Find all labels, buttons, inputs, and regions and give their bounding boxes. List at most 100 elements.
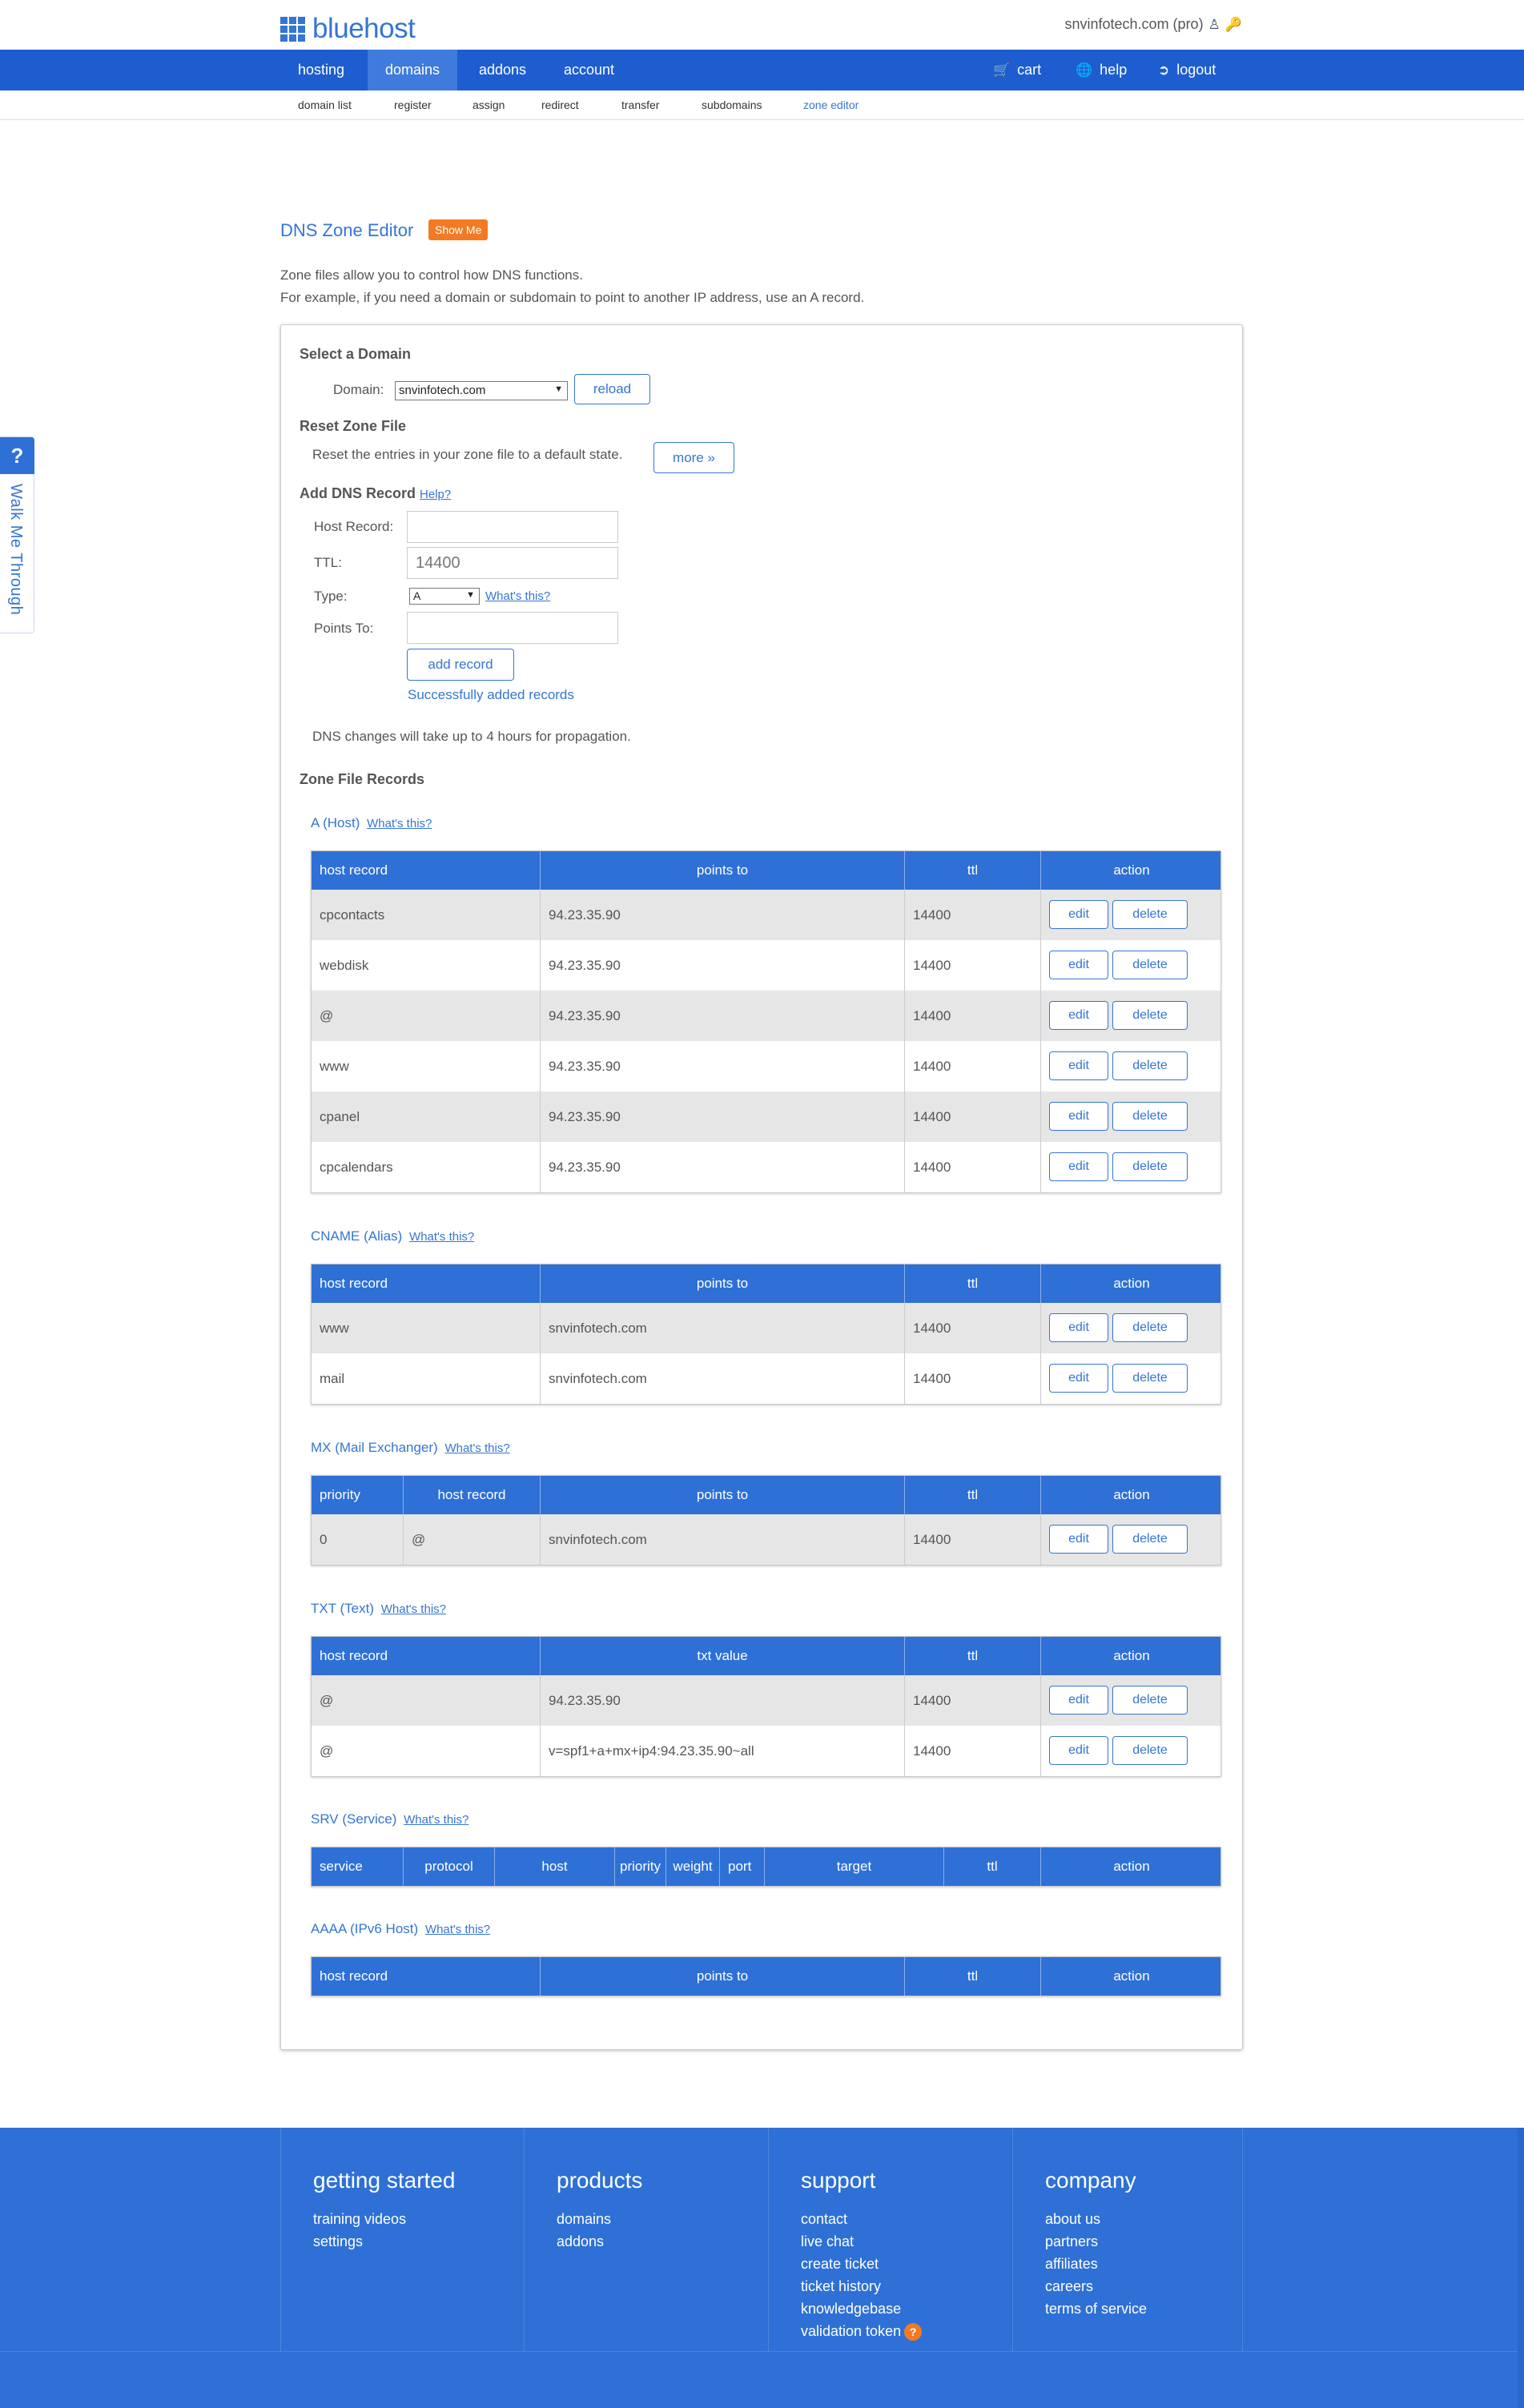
- subnav-redirect[interactable]: redirect: [541, 98, 579, 111]
- aaaa-records-label: AAAA (IPv6 Host): [311, 1921, 419, 1936]
- nav-help[interactable]: 🌐 help: [1076, 50, 1127, 90]
- delete-button[interactable]: delete: [1112, 951, 1188, 979]
- col-host-record: host record: [312, 1957, 541, 1996]
- more-button[interactable]: more »: [653, 442, 734, 473]
- srv-whats-this-link[interactable]: What's this?: [404, 1813, 468, 1827]
- col-ttl: ttl: [905, 1957, 1041, 1996]
- ttl-input[interactable]: 14400: [407, 547, 618, 579]
- type-label: Type:: [314, 589, 348, 604]
- subnav-transfer[interactable]: transfer: [621, 98, 659, 111]
- delete-button[interactable]: delete: [1112, 1736, 1188, 1765]
- help-label: help: [1100, 62, 1128, 78]
- aaaa-whats-this-link[interactable]: What's this?: [425, 1923, 490, 1936]
- footer-link[interactable]: careers: [1045, 2275, 1147, 2297]
- txt-records-table: host record txt value ttl action @ 94.23…: [311, 1636, 1221, 1777]
- table-header: host record points to ttl action: [312, 1957, 1220, 1996]
- footer-link-validation[interactable]: validation token?: [801, 2320, 923, 2342]
- footer-link[interactable]: terms of service: [1045, 2297, 1147, 2320]
- edit-button[interactable]: edit: [1049, 1525, 1108, 1554]
- delete-button[interactable]: delete: [1112, 1686, 1188, 1715]
- txt-whats-this-link[interactable]: What's this?: [381, 1602, 446, 1616]
- walk-me-through-tab[interactable]: ? Walk Me Through: [0, 436, 34, 633]
- nav-cart[interactable]: 🛒 cart: [993, 50, 1041, 90]
- edit-button[interactable]: edit: [1049, 1736, 1108, 1765]
- delete-button[interactable]: delete: [1112, 1525, 1188, 1554]
- edit-button[interactable]: edit: [1049, 951, 1108, 979]
- footer-link[interactable]: training videos: [313, 2208, 406, 2230]
- cell-ttl: 14400: [905, 940, 1041, 991]
- edit-button[interactable]: edit: [1049, 900, 1108, 929]
- delete-button[interactable]: delete: [1112, 1001, 1188, 1030]
- help-link[interactable]: Help?: [420, 488, 451, 501]
- footer-link[interactable]: settings: [313, 2230, 406, 2253]
- type-whats-this-link[interactable]: What's this?: [485, 589, 550, 603]
- nav-logout[interactable]: ➲ logout: [1158, 50, 1216, 90]
- delete-button[interactable]: delete: [1112, 1102, 1188, 1131]
- footer-link[interactable]: affiliates: [1045, 2253, 1147, 2275]
- col-weight: weight: [666, 1847, 720, 1886]
- a-whats-this-link[interactable]: What's this?: [367, 817, 432, 830]
- footer-link[interactable]: contact: [801, 2208, 922, 2230]
- propagation-note: DNS changes will take up to 4 hours for …: [312, 729, 631, 744]
- delete-button[interactable]: delete: [1112, 1313, 1188, 1342]
- footer-link[interactable]: create ticket: [801, 2253, 922, 2275]
- walk-me-through-label: Walk Me Through: [7, 484, 25, 616]
- footer-link[interactable]: addons: [557, 2230, 611, 2253]
- cname-records-title: CNAME (Alias) What's this?: [311, 1228, 474, 1244]
- cell-points-to: 94.23.35.90: [541, 890, 905, 940]
- domain-select[interactable]: snvinfotech.com ▼: [395, 381, 568, 400]
- edit-button[interactable]: edit: [1049, 1001, 1108, 1030]
- points-to-label: Points To:: [314, 621, 374, 636]
- success-message: Successfully added records: [408, 687, 574, 702]
- cell-ttl: 14400: [905, 1726, 1041, 1776]
- add-record-button[interactable]: add record: [407, 649, 514, 681]
- subnav-register[interactable]: register: [394, 98, 432, 111]
- edit-button[interactable]: edit: [1049, 1686, 1108, 1715]
- bluehost-logo[interactable]: bluehost: [280, 13, 416, 45]
- logo-grid-icon: [280, 16, 305, 42]
- footer-link[interactable]: about us: [1045, 2208, 1147, 2230]
- question-icon: ?: [0, 437, 34, 474]
- edit-button[interactable]: edit: [1049, 1102, 1108, 1131]
- subnav-subdomains[interactable]: subdomains: [702, 98, 762, 111]
- footer-link[interactable]: live chat: [801, 2230, 922, 2253]
- a-records-title: A (Host) What's this?: [311, 815, 432, 831]
- type-select[interactable]: A ▼: [409, 588, 480, 605]
- mx-whats-this-link[interactable]: What's this?: [444, 1441, 509, 1455]
- nav-account[interactable]: account: [546, 50, 632, 90]
- edit-button[interactable]: edit: [1049, 1364, 1108, 1393]
- footer-link[interactable]: knowledgebase: [801, 2297, 922, 2320]
- footer-link[interactable]: domains: [557, 2208, 611, 2230]
- cell-host: @: [312, 1675, 541, 1726]
- subnav-assign[interactable]: assign: [472, 98, 505, 111]
- host-record-input[interactable]: [407, 511, 618, 543]
- account-label[interactable]: snvinfotech.com (pro): [1065, 16, 1204, 33]
- key-icon[interactable]: 🔑: [1225, 17, 1242, 33]
- delete-button[interactable]: delete: [1112, 1364, 1188, 1393]
- subnav-domain-list[interactable]: domain list: [298, 98, 352, 111]
- reload-button[interactable]: reload: [574, 374, 650, 404]
- delete-button[interactable]: delete: [1112, 1051, 1188, 1080]
- edit-button[interactable]: edit: [1049, 1313, 1108, 1342]
- help-badge-icon[interactable]: ?: [904, 2323, 923, 2342]
- footer-link[interactable]: ticket history: [801, 2275, 922, 2297]
- edit-button[interactable]: edit: [1049, 1051, 1108, 1080]
- delete-button[interactable]: delete: [1112, 900, 1188, 929]
- logo-text: bluehost: [312, 13, 416, 44]
- host-record-label: Host Record:: [314, 519, 394, 534]
- show-me-button[interactable]: Show Me: [428, 219, 489, 240]
- cell-host: cpanel: [312, 1091, 541, 1142]
- edit-button[interactable]: edit: [1049, 1152, 1108, 1181]
- nav-hosting[interactable]: hosting: [280, 50, 362, 90]
- cell-host: cpcontacts: [312, 890, 541, 940]
- cname-whats-this-link[interactable]: What's this?: [409, 1230, 474, 1244]
- nav-addons[interactable]: addons: [461, 50, 544, 90]
- cell-points-to: snvinfotech.com: [541, 1353, 905, 1404]
- a-records-label: A (Host): [311, 815, 360, 830]
- footer-link[interactable]: partners: [1045, 2230, 1147, 2253]
- points-to-input[interactable]: [407, 612, 618, 644]
- user-icon[interactable]: ♙: [1208, 17, 1220, 33]
- delete-button[interactable]: delete: [1112, 1152, 1188, 1181]
- nav-domains[interactable]: domains: [368, 50, 458, 90]
- subnav-zone-editor[interactable]: zone editor: [803, 98, 859, 111]
